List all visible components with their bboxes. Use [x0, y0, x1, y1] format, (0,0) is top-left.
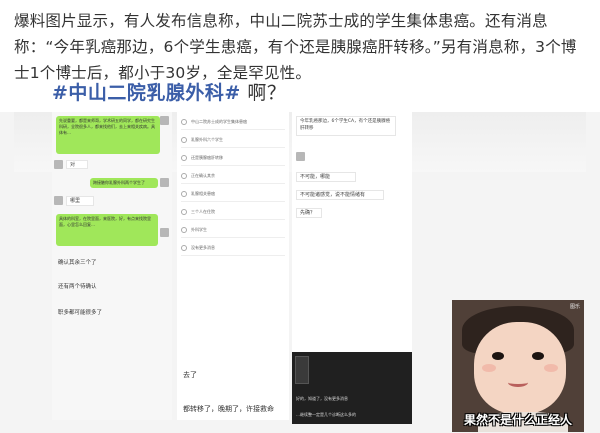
chat-bubble-white: 不可能诸感觉，说不能情绪有 [296, 190, 384, 200]
list-item: 没有更多消息 [181, 242, 285, 256]
chat-line: 职多都可能很多了 [58, 310, 103, 316]
chat-panel-3: 今年乳癌那边，6个学生CA，有个还是胰腺癌肝转移 不可能，哪能 不可能诸感觉，说… [292, 112, 412, 352]
circle-icon [181, 137, 187, 143]
hashtag-text[interactable]: #中山二院乳腺外科# [52, 82, 241, 104]
chat-line: 还有两个待确认 [58, 284, 97, 290]
list-item-text: 外科学生 [191, 227, 207, 232]
hashtag-suffix: 啊？ [240, 82, 287, 104]
dark-chat-line: …继续整一定是几个诊断这么多的 [296, 412, 356, 417]
meme-eye [492, 352, 504, 360]
chat-bubble-white: 不可能，哪能 [296, 172, 356, 182]
baby-meme-image: 图乐 果然不是什么正经人 [452, 300, 584, 432]
meme-corner-label: 图乐 [569, 304, 580, 310]
circle-icon [181, 119, 187, 125]
chat-line: 去了 [183, 371, 197, 379]
list-item-text: 没有更多消息 [191, 245, 215, 250]
chat-bubble-green: 具体的科室，在院里面，来医院，好，有点来找院里面，心里怎么回复… [56, 214, 158, 246]
list-item-text: 三个人在住院 [191, 209, 215, 214]
chat-line: 确认其余三个了 [58, 260, 97, 266]
circle-icon [181, 245, 187, 251]
list-item: 正在确认其余 [181, 170, 285, 184]
circle-icon [181, 209, 187, 215]
post-hashtag[interactable]: #中山二院乳腺外科# 啊？ [52, 78, 286, 105]
chat-bubble-green: 跨接触你乳腺外科两个学生了 [90, 178, 158, 188]
list-item: 乳腺相关患癌 [181, 188, 285, 202]
chat-bubble-white: 先确？ [296, 208, 322, 218]
chat-panel-2: 中山二院苏士成的学生集体患癌 乳腺外科六个学生 还是胰腺癌肝转移 正在确认其余 … [177, 112, 289, 420]
avatar [54, 160, 63, 169]
circle-icon [181, 191, 187, 197]
list-item: 中山二院苏士成的学生集体患癌 [181, 116, 285, 130]
meme-eye [532, 352, 544, 360]
meme-caption: 果然不是什么正经人 [463, 413, 572, 427]
chat-bubble-white: 今年乳癌那边，6个学生CA，有个还是胰腺癌肝转移 [296, 116, 396, 136]
dark-chat-panel: 好的，知道了，没有更多消息 …继续整一定是几个诊断这么多的 [292, 352, 412, 424]
avatar [160, 116, 169, 125]
chat-bubble-white: 哪里 [66, 196, 94, 206]
phone-thumbnail [295, 356, 309, 384]
meme-cheek [544, 364, 558, 372]
list-item: 还是胰腺癌肝转移 [181, 152, 285, 166]
list-item: 乳腺外科六个学生 [181, 134, 285, 148]
circle-icon [181, 155, 187, 161]
list-item: 三个人在住院 [181, 206, 285, 220]
avatar [54, 196, 63, 205]
article-paragraph: 爆料图片显示，有人发布信息称，中山二院苏士成的学生集体患癌。还有消息称：“今年乳… [14, 12, 577, 82]
list-item-text: 还是胰腺癌肝转移 [191, 155, 223, 160]
list-item-text: 乳腺外科六个学生 [191, 137, 223, 142]
chat-panel-1: 先说重要，都是来师哥，学术研五的同学，都在研究生科研，全院很多人，都来找他们，去… [52, 112, 172, 420]
avatar [160, 228, 169, 237]
list-item-text: 中山二院苏士成的学生集体患癌 [191, 119, 247, 124]
list-item: 外科学生 [181, 224, 285, 238]
chat-bubble-green: 先说重要，都是来师哥，学术研五的同学，都在研究生科研，全院很多人，都来找他们，去… [56, 116, 160, 154]
avatar [296, 152, 305, 161]
list-item-text: 乳腺相关患癌 [191, 191, 215, 196]
circle-icon [181, 173, 187, 179]
chat-line: 都转移了，晚期了，许接救命 [183, 405, 274, 413]
avatar [160, 178, 169, 187]
list-item-text: 正在确认其余 [191, 173, 215, 178]
meme-cheek [482, 364, 496, 372]
meme-mouth [508, 378, 528, 387]
chat-bubble-white: 对 [66, 160, 88, 169]
dark-chat-line: 好的，知道了，没有更多消息 [296, 396, 348, 401]
circle-icon [181, 227, 187, 233]
